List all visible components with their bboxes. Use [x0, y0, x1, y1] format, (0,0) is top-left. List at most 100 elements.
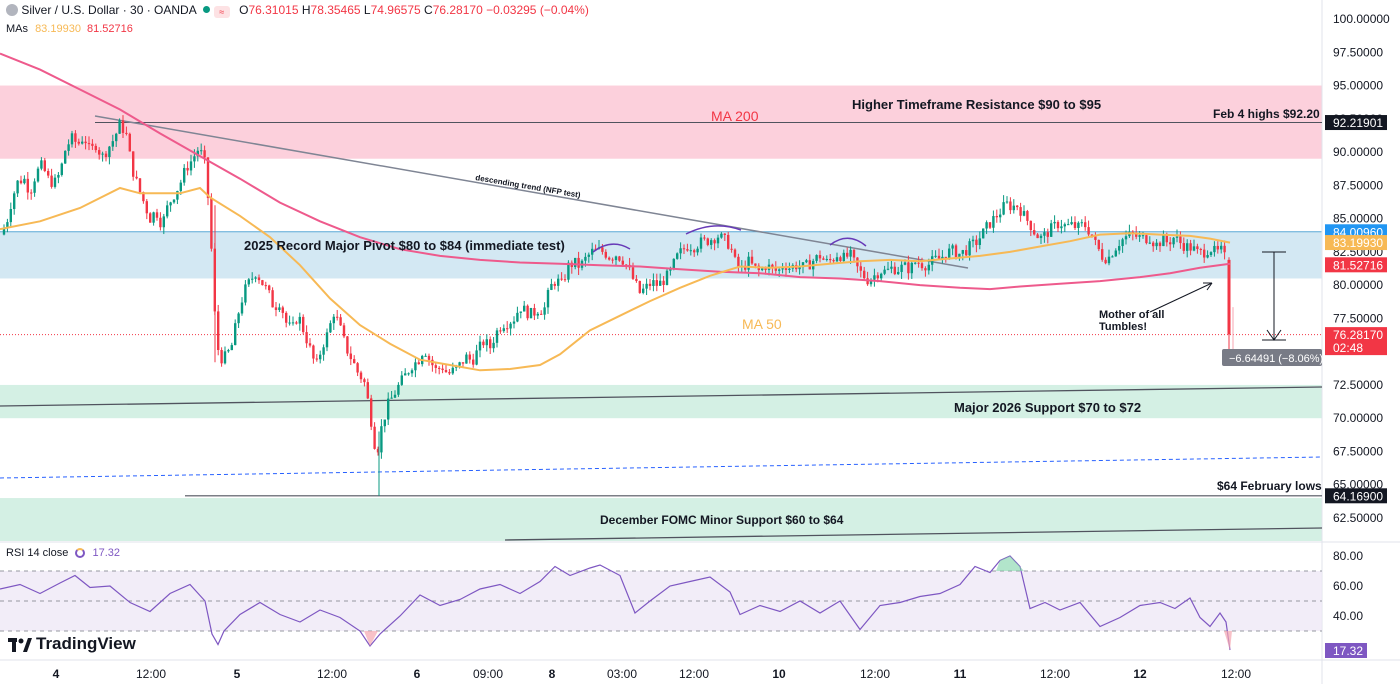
candle-body — [648, 283, 652, 286]
candle-body — [16, 180, 19, 194]
candle-body — [400, 375, 403, 385]
pivot-zone-label: 2025 Record Major Pivot $80 to $84 (imme… — [244, 238, 565, 253]
candle-body — [33, 181, 36, 193]
candle-body — [166, 205, 169, 217]
candle-body — [842, 252, 845, 261]
candle-body — [451, 367, 454, 374]
candle-body — [846, 252, 849, 257]
candle-body — [533, 307, 536, 316]
candle-body — [910, 262, 913, 274]
candle-body — [346, 336, 349, 354]
candle-body — [1026, 211, 1029, 221]
candle-body — [784, 268, 788, 270]
candle-body — [70, 133, 74, 145]
candle-body — [302, 316, 305, 333]
legend-rsi-row[interactable]: RSI 14 close 17.32 — [6, 547, 120, 559]
candle-body — [604, 251, 607, 258]
candle-body — [128, 133, 131, 152]
candle-body — [907, 262, 910, 274]
candle-body — [720, 233, 723, 238]
candle-body — [999, 214, 1002, 218]
candle-body — [577, 257, 580, 268]
candle-body — [1199, 249, 1202, 251]
candle-body — [897, 271, 900, 275]
candle-body — [94, 145, 97, 151]
candle-body — [635, 278, 638, 282]
candle-body — [611, 259, 614, 261]
candle-body — [264, 285, 267, 287]
candle-body — [441, 368, 444, 371]
candle-body — [57, 174, 60, 178]
candle-body — [574, 257, 577, 267]
candle-body — [727, 234, 730, 249]
candle-body — [60, 163, 63, 175]
candle-body — [710, 240, 713, 245]
candle-body — [499, 330, 502, 332]
candle-body — [1005, 201, 1009, 203]
candle-body — [1022, 211, 1026, 216]
candle-body — [410, 370, 414, 374]
chart-canvas[interactable]: MA 200 MA 50 Feb 4 highs $92.20 descending … — [0, 0, 1400, 684]
rsi-value: 17.32 — [92, 547, 121, 559]
candle-body — [234, 323, 237, 346]
symbol-title[interactable]: Silver / U.S. Dollar · 30 · OANDA — [21, 3, 196, 17]
candle-body — [1009, 201, 1012, 211]
candle-body — [686, 249, 689, 251]
legend-mas-row[interactable]: MAs 83.19930 81.52716 — [6, 23, 133, 35]
candle-body — [271, 290, 274, 308]
candle-body — [873, 275, 876, 280]
candle-body — [614, 256, 618, 261]
candle-body — [975, 239, 978, 245]
candle-body — [152, 212, 155, 223]
ohlc-close-label: C — [424, 3, 433, 17]
candle-body — [1209, 252, 1213, 256]
candle-body — [155, 212, 159, 218]
candle-body — [750, 256, 754, 264]
candle-body — [563, 279, 567, 281]
candle-body — [308, 343, 312, 346]
candle-body — [540, 313, 543, 315]
candle-body — [699, 237, 703, 249]
candle-body — [1206, 255, 1209, 258]
time-tick-label: 10 — [772, 667, 786, 681]
price-tick-label: 62.50000 — [1333, 511, 1383, 525]
candle-body — [492, 342, 495, 349]
ohlc-high: 78.35465 — [310, 3, 361, 17]
candle-body — [523, 305, 526, 312]
price-tick-label: 67.50000 — [1333, 444, 1383, 458]
candle-body — [472, 359, 475, 365]
candle-body — [370, 398, 373, 427]
price-tick-label: 70.00000 — [1333, 411, 1383, 425]
tradingview-logo[interactable]: TradingView — [8, 634, 136, 654]
candle-body — [1070, 222, 1073, 225]
candle-body — [512, 321, 516, 324]
candle-body — [1019, 207, 1022, 216]
candle-body — [1155, 242, 1158, 247]
candle-body — [468, 354, 471, 360]
candle-body — [1145, 235, 1148, 244]
candle-body — [179, 182, 182, 191]
fomc-support-zone-label: December FOMC Minor Support $60 to $64 — [600, 513, 844, 527]
candle-body — [587, 254, 590, 257]
candle-body — [1056, 221, 1060, 229]
dashed-support-trendline — [0, 456, 1323, 479]
candle-body — [886, 268, 890, 270]
candle-body — [1158, 242, 1162, 247]
candle-body — [1077, 222, 1080, 228]
ohlc-high-label: H — [301, 3, 311, 17]
candle-body — [342, 325, 346, 337]
candle-body — [13, 193, 16, 210]
candle-body — [169, 202, 172, 206]
ohlc-close: 76.28170 — [432, 3, 483, 17]
candle-body — [1063, 224, 1066, 227]
tumble-annotation-line1: Mother of all — [1099, 309, 1164, 321]
pivot-zone — [0, 231, 1322, 279]
candle-body — [444, 370, 448, 373]
price-tick-label: 85.00000 — [1333, 212, 1383, 226]
candle-body — [373, 426, 376, 449]
rsi-settings-icon[interactable] — [75, 548, 86, 558]
time-tick-label: 12:00 — [679, 667, 709, 681]
candle-body — [387, 398, 390, 420]
candle-body — [237, 313, 240, 324]
candle-body — [764, 268, 767, 270]
